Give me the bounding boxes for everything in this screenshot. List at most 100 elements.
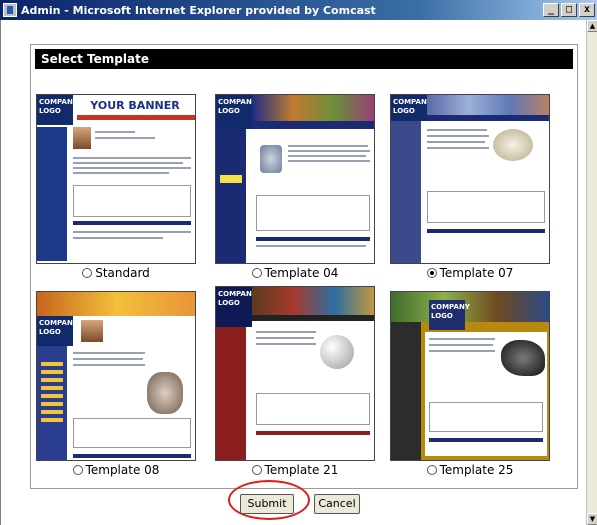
phone-image: [147, 372, 183, 414]
text-line: [73, 167, 191, 169]
cancel-button[interactable]: Cancel: [314, 494, 360, 514]
text-line: [256, 337, 314, 339]
golf-ball-image: [320, 335, 354, 369]
radio-template-08[interactable]: [72, 465, 83, 475]
text-line: [256, 343, 316, 345]
listing-box: [256, 393, 370, 425]
listing-box: [256, 195, 370, 231]
template-tile-04[interactable]: COMPANY LOGO Template 04: [215, 94, 375, 280]
template-thumbnail-21[interactable]: COMPANY LOGO: [215, 286, 375, 461]
template-tile-25[interactable]: COMPANY LOGO Template 25: [390, 291, 550, 477]
template-label: Template 08: [85, 463, 160, 477]
template-option-04[interactable]: Template 04: [215, 266, 375, 280]
template-option-25[interactable]: Template 25: [390, 463, 550, 477]
template-option-21[interactable]: Template 21: [215, 463, 375, 477]
template-tile-21[interactable]: COMPANY LOGO Template 21: [215, 286, 375, 477]
text-line: [288, 145, 368, 147]
template-thumbnail-04[interactable]: COMPANY LOGO: [215, 94, 375, 264]
radio-standard[interactable]: [82, 268, 93, 278]
text-line: [256, 245, 366, 247]
text-line: [288, 155, 366, 157]
text-line: [288, 160, 370, 162]
text-line: [73, 157, 191, 159]
profile-photo: [81, 320, 103, 342]
template-option-07[interactable]: Template 07: [390, 266, 550, 280]
radio-template-04[interactable]: [251, 268, 262, 278]
text-line: [429, 338, 495, 340]
template-thumbnail-25[interactable]: COMPANY LOGO: [390, 291, 550, 461]
nav-bar: [427, 115, 549, 121]
ie-icon: [3, 3, 17, 17]
text-line: [73, 162, 183, 164]
template-tile-07[interactable]: COMPANY LOGO Template 07: [390, 94, 550, 280]
radio-template-21[interactable]: [251, 465, 262, 475]
maximize-button[interactable]: □: [561, 3, 577, 17]
text-line: [73, 237, 163, 239]
text-line: [427, 129, 487, 131]
text-line: [73, 358, 143, 360]
listing-box: [73, 418, 191, 448]
template-label: Template 25: [439, 463, 514, 477]
template-label: Standard: [95, 266, 150, 280]
minimize-button[interactable]: _: [543, 3, 559, 17]
company-logo: COMPANY LOGO: [37, 316, 78, 346]
nav-bar: [252, 315, 374, 321]
scroll-down-arrow-icon[interactable]: ▼: [587, 513, 597, 525]
sidebar-accent: [220, 175, 242, 215]
text-line: [95, 137, 155, 139]
close-button[interactable]: x: [579, 3, 595, 17]
company-logo: COMPANY LOGO: [216, 287, 257, 327]
text-line: [429, 344, 493, 346]
company-logo: COMPANY LOGO: [37, 95, 78, 125]
flower-image: [493, 129, 533, 161]
sidebar: [391, 322, 421, 460]
birdhouse-image: [260, 145, 282, 173]
template-thumbnail-standard[interactable]: COMPANY LOGO YOUR BANNER: [36, 94, 196, 264]
banner-image: [252, 287, 374, 315]
template-thumbnail-08[interactable]: COMPANY LOGO: [36, 291, 196, 461]
listing-box: [73, 185, 191, 217]
text-line: [73, 352, 145, 354]
text-line: [256, 331, 316, 333]
footer-bar: [256, 237, 370, 241]
vertical-scrollbar[interactable]: ▲ ▼: [586, 20, 597, 525]
page-content: Select Template COMPANY LOGO YOUR BANNER: [0, 20, 586, 525]
template-label: Template 21: [264, 463, 339, 477]
company-logo: COMPANY LOGO: [429, 300, 470, 330]
template-option-standard[interactable]: Standard: [36, 266, 196, 280]
profile-photo: [73, 127, 91, 149]
radio-template-25[interactable]: [426, 465, 437, 475]
sidebar: [216, 327, 246, 460]
submit-button[interactable]: Submit: [240, 494, 294, 514]
window-title: Admin - Microsoft Internet Explorer prov…: [21, 3, 376, 17]
text-line: [288, 150, 370, 152]
footer-bar: [429, 438, 543, 442]
company-logo: COMPANY LOGO: [391, 95, 432, 121]
template-label: Template 04: [264, 266, 339, 280]
nav-bar: [252, 121, 374, 129]
text-line: [427, 135, 489, 137]
banner-image: [37, 292, 195, 316]
text-line: [73, 172, 169, 174]
banner-image: [252, 95, 374, 121]
window-controls: _ □ x: [543, 3, 595, 17]
template-tile-standard[interactable]: COMPANY LOGO YOUR BANNER Standard: [36, 94, 196, 280]
text-line: [427, 147, 489, 149]
banner-text: YOUR BANNER: [90, 99, 180, 112]
text-line: [73, 364, 145, 366]
template-label: Template 07: [439, 266, 514, 280]
nav-bar: [77, 115, 195, 120]
template-thumbnail-07[interactable]: COMPANY LOGO: [390, 94, 550, 264]
text-line: [427, 141, 485, 143]
sidebar: [391, 121, 421, 263]
banner-image: [391, 292, 549, 322]
banner-image: [427, 95, 549, 115]
sidebar: [37, 127, 67, 261]
text-line: [73, 231, 191, 233]
text-line: [429, 350, 495, 352]
radio-template-07[interactable]: [426, 268, 437, 278]
scroll-up-arrow-icon[interactable]: ▲: [587, 20, 597, 32]
footer-bar: [256, 431, 370, 435]
template-option-08[interactable]: Template 08: [36, 463, 196, 477]
template-tile-08[interactable]: COMPANY LOGO Template 08: [36, 291, 196, 477]
